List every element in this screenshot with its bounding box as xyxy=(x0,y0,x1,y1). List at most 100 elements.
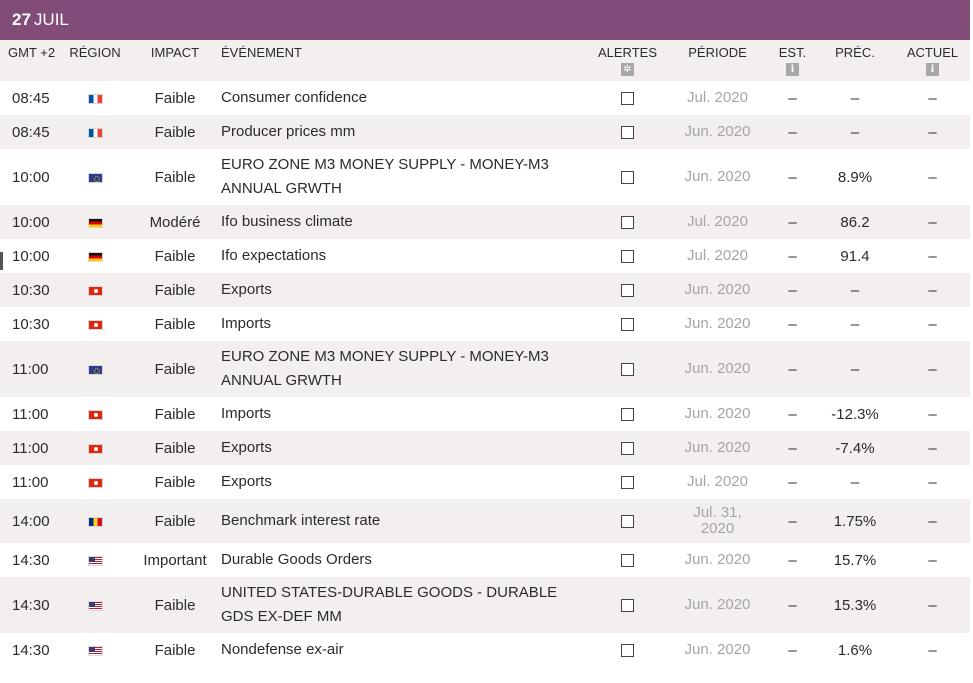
event-name: Imports xyxy=(221,405,272,422)
event-name: Producer prices mm xyxy=(221,123,356,140)
event-est: – xyxy=(788,315,797,333)
table-row[interactable]: 10:30 Faible Imports Jun. 2020 – – – xyxy=(0,307,970,341)
event-actual: – xyxy=(928,641,937,659)
date-day: 27 xyxy=(12,10,31,29)
table-row[interactable]: 14:30 Important Durable Goods Orders Jun. 2… xyxy=(0,543,970,577)
alert-checkbox[interactable] xyxy=(621,171,634,185)
event-name: Exports xyxy=(221,281,272,298)
table-row[interactable]: 14:00 Faible Benchmark interest rate Jul. 3… xyxy=(0,499,970,543)
event-est: – xyxy=(788,213,797,231)
table-row[interactable]: 11:00 Faible Exports Jul. 2020 – – – xyxy=(0,465,970,499)
flag-hk-icon xyxy=(87,443,103,454)
alert-checkbox[interactable] xyxy=(621,408,634,422)
event-period: Jul. 2020 xyxy=(687,473,748,490)
event-actual: – xyxy=(928,512,937,530)
table-row[interactable]: 08:45 Faible Producer prices mm Jun. 2020 – –… xyxy=(0,115,970,149)
event-region xyxy=(60,633,130,667)
alert-checkbox[interactable] xyxy=(621,250,634,264)
alert-checkbox[interactable] xyxy=(621,644,634,658)
event-region xyxy=(60,307,130,341)
flag-de-icon xyxy=(87,217,103,228)
alert-checkbox[interactable] xyxy=(621,554,634,568)
event-impact: Important xyxy=(143,551,207,569)
alert-checkbox[interactable] xyxy=(621,216,634,230)
event-prev: – xyxy=(850,281,860,299)
alert-checkbox[interactable] xyxy=(621,126,634,140)
alert-checkbox[interactable] xyxy=(621,515,634,529)
event-prev: -7.4% xyxy=(835,439,875,457)
table-row[interactable]: 11:00 Faible EURO ZONE M3 MONEY SUPPLY - M… xyxy=(0,341,970,397)
event-period: Jun. 2020 xyxy=(684,405,751,422)
event-region xyxy=(60,239,130,273)
event-impact: Modéré xyxy=(149,213,201,231)
alert-checkbox[interactable] xyxy=(621,92,634,106)
event-name: EURO ZONE M3 MONEY SUPPLY - MONEY-M3 ANN… xyxy=(221,156,549,197)
event-time: 10:00 xyxy=(12,247,50,265)
event-period: Jun. 2020 xyxy=(684,360,751,377)
alert-checkbox[interactable] xyxy=(621,442,634,456)
event-alert xyxy=(590,205,665,239)
gear-icon[interactable]: ✲ xyxy=(621,63,634,76)
table-row[interactable]: 10:30 Faible Exports Jun. 2020 – – – xyxy=(0,273,970,307)
table-row[interactable]: 08:45 Faible Consumer confidence Jul. 2020 –… xyxy=(0,81,970,115)
event-region xyxy=(60,577,130,633)
col-actual: ACTUEL i xyxy=(895,40,970,81)
event-impact: Faible xyxy=(154,123,196,141)
flag-us-icon xyxy=(87,645,103,656)
flag-fr-icon xyxy=(87,127,103,138)
event-prev: 91.4 xyxy=(840,247,870,265)
table-row[interactable]: 10:00 Faible Ifo expectations Jul. 2020 – 91.… xyxy=(0,239,970,273)
alert-checkbox[interactable] xyxy=(621,363,634,377)
event-impact: Faible xyxy=(154,247,196,265)
event-impact: Faible xyxy=(154,596,196,614)
event-alert xyxy=(590,543,665,577)
events-body: 08:45 Faible Consumer confidence Jul. 2020 –… xyxy=(0,81,970,667)
event-est: – xyxy=(788,596,797,614)
info-icon[interactable]: i xyxy=(926,63,939,76)
table-row[interactable]: 14:30 Faible UNITED STATES-DURABLE GOODS -… xyxy=(0,577,970,633)
alert-checkbox[interactable] xyxy=(621,476,634,490)
alert-checkbox[interactable] xyxy=(621,599,634,613)
alert-checkbox[interactable] xyxy=(621,284,634,298)
event-time: 14:00 xyxy=(12,512,50,530)
table-row[interactable]: 10:00 Faible EURO ZONE M3 MONEY SUPPLY - M… xyxy=(0,149,970,205)
alert-checkbox[interactable] xyxy=(621,318,634,332)
table-row[interactable]: 11:00 Faible Imports Jun. 2020 – -12.3% – xyxy=(0,397,970,431)
info-icon[interactable]: i xyxy=(786,63,799,76)
event-prev: – xyxy=(850,315,860,333)
col-region: RÉGION xyxy=(69,45,121,60)
event-impact: Faible xyxy=(154,168,196,186)
event-time: 14:30 xyxy=(12,641,50,659)
event-alert xyxy=(590,115,665,149)
event-alert xyxy=(590,341,665,397)
table-row[interactable]: 14:30 Faible Nondefense ex-air Jun. 2020 – 1.… xyxy=(0,633,970,667)
event-est: – xyxy=(788,512,797,530)
event-region xyxy=(60,81,130,115)
table-row[interactable]: 10:00 Modéré Ifo business climate Jul. 2020… xyxy=(0,205,970,239)
event-region xyxy=(60,431,130,465)
event-region xyxy=(60,273,130,307)
event-alert xyxy=(590,81,665,115)
event-time: 11:00 xyxy=(12,405,49,423)
event-name: UNITED STATES-DURABLE GOODS - DURABLE GD… xyxy=(221,584,558,625)
event-impact: Faible xyxy=(154,512,196,530)
flag-fr-icon xyxy=(87,93,103,104)
event-alert xyxy=(590,273,665,307)
event-region xyxy=(60,543,130,577)
event-actual: – xyxy=(928,281,937,299)
event-name: EURO ZONE M3 MONEY SUPPLY - MONEY-M3 ANN… xyxy=(221,348,549,389)
table-header: GMT +2 RÉGION IMPACT ÉVÉNEMENT ALERTES ✲… xyxy=(0,40,970,81)
event-region xyxy=(60,149,130,205)
table-row[interactable]: 11:00 Faible Exports Jun. 2020 – -7.4% – xyxy=(0,431,970,465)
flag-ro-icon xyxy=(87,516,103,527)
event-alert xyxy=(590,431,665,465)
date-header: 27 JUIL xyxy=(0,0,970,40)
event-prev: 1.6% xyxy=(837,641,873,659)
event-actual: – xyxy=(928,360,937,378)
event-time: 14:30 xyxy=(12,596,50,614)
col-impact: IMPACT xyxy=(150,45,200,60)
event-period: Jun. 2020 xyxy=(684,168,751,185)
event-name: Nondefense ex-air xyxy=(221,641,344,658)
event-prev: – xyxy=(850,123,860,141)
flag-de-icon xyxy=(87,251,103,262)
